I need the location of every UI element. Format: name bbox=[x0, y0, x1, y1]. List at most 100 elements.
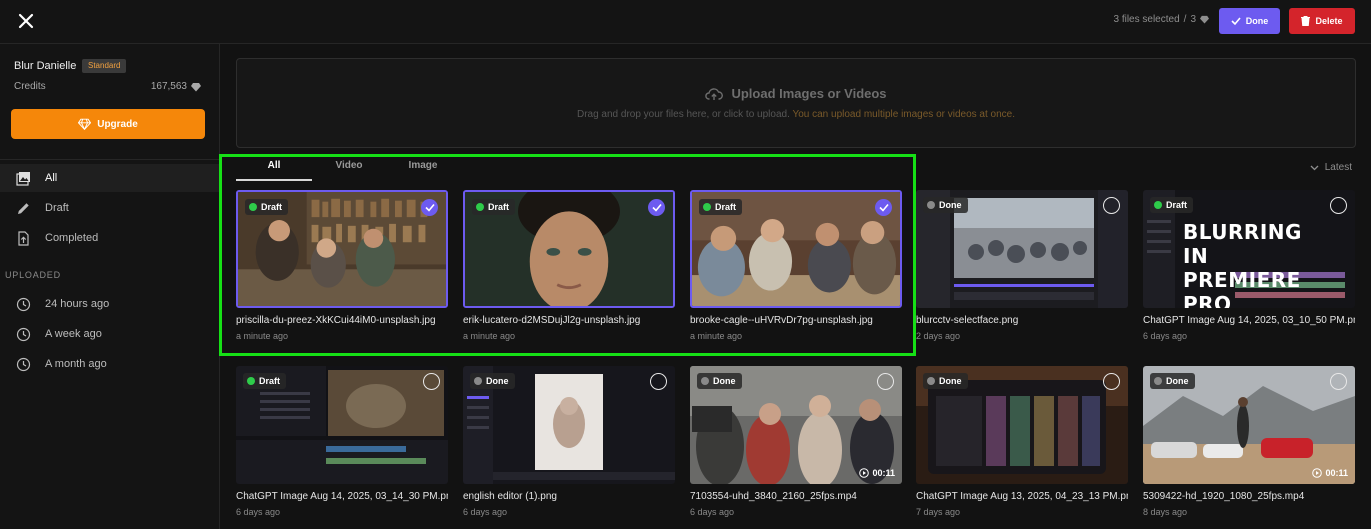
status-label: Draft bbox=[261, 202, 283, 212]
media-thumbnail: Done bbox=[463, 366, 675, 484]
select-checkbox[interactable] bbox=[1330, 197, 1347, 214]
play-icon bbox=[859, 468, 870, 478]
status-badge: Draft bbox=[472, 199, 516, 215]
trash-icon bbox=[1301, 16, 1311, 26]
top-bar: 3 files selected / 3 Done Delete bbox=[0, 0, 1371, 44]
video-duration: 00:11 bbox=[1312, 468, 1348, 478]
sidebar-item-week[interactable]: A week ago bbox=[0, 320, 219, 348]
status-badge: Done bbox=[1150, 373, 1195, 389]
sidebar-item-24h[interactable]: 24 hours ago bbox=[0, 290, 219, 318]
selection-status: 3 files selected / 3 bbox=[1113, 14, 1209, 25]
sidebar-item-label: A month ago bbox=[45, 358, 107, 370]
sidebar-item-draft[interactable]: Draft bbox=[0, 194, 219, 222]
tab-all[interactable]: All bbox=[236, 160, 312, 171]
upload-dropzone[interactable]: Upload Images or Videos Drag and drop yo… bbox=[236, 58, 1356, 148]
sidebar-item-completed[interactable]: Completed bbox=[0, 224, 219, 252]
status-badge: Done bbox=[923, 197, 968, 213]
sidebar-item-label: Draft bbox=[45, 202, 69, 214]
uploaded-section-label: UPLOADED bbox=[5, 270, 61, 280]
status-label: Done bbox=[939, 376, 962, 386]
sidebar-item-month[interactable]: A month ago bbox=[0, 350, 219, 378]
file-name: erik-lucatero-d2MSDujJl2g-unsplash.jpg bbox=[463, 315, 641, 326]
upload-multi-note: You can upload multiple images or videos… bbox=[792, 109, 1016, 120]
status-badge: Done bbox=[923, 373, 968, 389]
media-thumbnail: Draft bbox=[236, 190, 448, 308]
status-dot bbox=[476, 203, 484, 211]
media-thumbnail: Done bbox=[916, 190, 1128, 308]
sidebar: Blur Danielle Standard Credits 167,563 U… bbox=[0, 44, 220, 529]
file-date: 6 days ago bbox=[690, 507, 735, 517]
upgrade-button[interactable]: Upgrade bbox=[11, 109, 205, 139]
sidebar-item-label: Completed bbox=[45, 232, 99, 244]
select-checkbox[interactable] bbox=[423, 373, 440, 390]
credits-label: Credits bbox=[14, 81, 46, 92]
file-date: a minute ago bbox=[463, 331, 516, 341]
user-name: Blur Danielle bbox=[14, 60, 77, 72]
active-tab-indicator bbox=[236, 179, 312, 181]
diamond-icon bbox=[78, 118, 92, 130]
selected-count: 3 files selected bbox=[1113, 14, 1180, 25]
select-checkbox[interactable] bbox=[1103, 373, 1120, 390]
status-label: Draft bbox=[259, 376, 281, 386]
clock-icon bbox=[16, 357, 31, 371]
thumbnail-overlay-text: BLURRING IN PREMIERE PRO bbox=[1183, 220, 1302, 308]
file-date: 6 days ago bbox=[236, 507, 281, 517]
cloud-upload-icon bbox=[705, 87, 724, 100]
file-date: 6 days ago bbox=[463, 507, 508, 517]
select-checkbox[interactable] bbox=[1103, 197, 1120, 214]
selected-check-icon[interactable] bbox=[421, 199, 438, 216]
done-button[interactable]: Done bbox=[1219, 8, 1280, 34]
media-thumbnail: Done bbox=[916, 366, 1128, 484]
sort-label: Latest bbox=[1324, 162, 1352, 173]
status-dot bbox=[249, 203, 257, 211]
credit-cost: 3 bbox=[1190, 14, 1196, 25]
delete-button-label: Delete bbox=[1315, 16, 1343, 26]
status-label: Draft bbox=[488, 202, 510, 212]
credits-value: 167,563 bbox=[151, 81, 201, 92]
select-checkbox[interactable] bbox=[1330, 373, 1347, 390]
status-dot bbox=[247, 377, 255, 385]
status-label: Draft bbox=[715, 202, 737, 212]
select-checkbox[interactable] bbox=[877, 373, 894, 390]
media-thumbnail: Draft bbox=[236, 366, 448, 484]
file-date: 7 days ago bbox=[916, 507, 961, 517]
status-dot bbox=[703, 203, 711, 211]
diamond-icon bbox=[1200, 15, 1209, 24]
upload-file-icon bbox=[18, 230, 29, 246]
clock-icon bbox=[16, 327, 31, 341]
status-dot bbox=[1154, 377, 1162, 385]
status-badge: Done bbox=[470, 373, 515, 389]
file-name: ChatGPT Image Aug 14, 2025, 03_10_50 PM.… bbox=[1143, 315, 1355, 326]
tab-image[interactable]: Image bbox=[392, 160, 454, 171]
status-label: Done bbox=[939, 200, 962, 210]
status-label: Done bbox=[486, 376, 509, 386]
select-checkbox[interactable] bbox=[650, 373, 667, 390]
upload-title-text: Upload Images or Videos bbox=[731, 86, 887, 101]
sort-dropdown[interactable]: Latest bbox=[1310, 162, 1352, 173]
status-badge: Draft bbox=[243, 373, 287, 389]
video-duration: 00:11 bbox=[859, 468, 895, 478]
duration-label: 00:11 bbox=[1325, 468, 1348, 478]
upgrade-label: Upgrade bbox=[97, 118, 138, 130]
selected-check-icon[interactable] bbox=[648, 199, 665, 216]
file-date: 6 days ago bbox=[1143, 331, 1188, 341]
status-label: Draft bbox=[1166, 200, 1188, 210]
tab-video[interactable]: Video bbox=[316, 160, 382, 171]
upload-subtitle: Drag and drop your files here, or click … bbox=[237, 109, 1355, 120]
file-date: a minute ago bbox=[236, 331, 289, 341]
sidebar-item-label: A week ago bbox=[45, 328, 102, 340]
sidebar-item-label: 24 hours ago bbox=[45, 298, 110, 310]
credits-amount: 167,563 bbox=[150, 81, 187, 92]
pencil-icon bbox=[18, 202, 29, 214]
upload-instructions: Drag and drop your files here, or click … bbox=[576, 109, 790, 120]
selected-check-icon[interactable] bbox=[875, 199, 892, 216]
status-dot bbox=[927, 201, 935, 209]
clock-icon bbox=[16, 297, 31, 311]
sidebar-item-all[interactable]: All bbox=[0, 164, 219, 192]
close-icon[interactable] bbox=[16, 11, 36, 31]
chevron-down-icon bbox=[1310, 165, 1319, 170]
status-badge: Done bbox=[697, 373, 742, 389]
delete-button[interactable]: Delete bbox=[1289, 8, 1355, 34]
media-thumbnail: BLURRING IN PREMIERE PRO Draft bbox=[1143, 190, 1355, 308]
done-button-label: Done bbox=[1245, 16, 1269, 26]
